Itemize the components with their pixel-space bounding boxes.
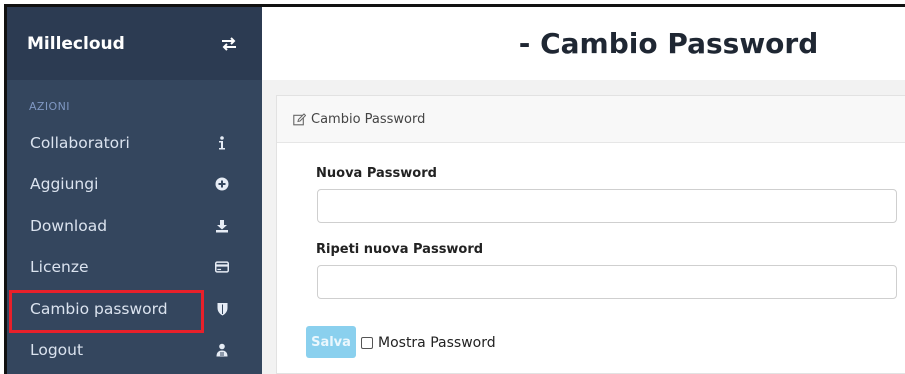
edit-icon bbox=[293, 112, 307, 126]
sidebar-item-cambio-password[interactable]: Cambio password bbox=[7, 288, 262, 333]
sidebar-item-label: Logout bbox=[30, 341, 84, 360]
info-icon bbox=[215, 135, 229, 150]
sidebar-nav: Collaboratori Aggiungi Download Licenze bbox=[7, 122, 262, 371]
sidebar-item-label: Download bbox=[30, 216, 108, 235]
new-password-label: Nuova Password bbox=[316, 166, 437, 181]
swap-arrows-icon[interactable] bbox=[220, 36, 238, 52]
sidebar-item-download[interactable]: Download bbox=[7, 205, 262, 247]
sidebar-item-label: Collaboratori bbox=[30, 133, 130, 152]
users-icon bbox=[215, 343, 229, 357]
sidebar-section-label: AZIONI bbox=[29, 100, 70, 113]
sidebar-item-logout[interactable]: Logout bbox=[7, 330, 262, 372]
save-button[interactable]: Salva bbox=[306, 326, 356, 358]
sidebar-item-licenze[interactable]: Licenze bbox=[7, 247, 262, 289]
show-password-toggle[interactable]: Mostra Password bbox=[361, 335, 496, 351]
show-password-checkbox[interactable] bbox=[361, 337, 373, 349]
shield-icon bbox=[215, 302, 229, 316]
sidebar-item-collaboratori[interactable]: Collaboratori bbox=[7, 122, 262, 164]
sidebar-item-aggiungi[interactable]: Aggiungi bbox=[7, 164, 262, 206]
page-title: - Cambio Password bbox=[518, 27, 819, 60]
credit-card-icon bbox=[215, 260, 229, 274]
content-area: Cambio Password Nuova Password Ripeti nu… bbox=[262, 80, 905, 374]
brand-name: Millecloud bbox=[27, 33, 125, 54]
main-area: - Cambio Password Cambio Password Nuova … bbox=[262, 7, 905, 374]
sidebar-item-label: Licenze bbox=[30, 258, 89, 277]
panel-heading: Cambio Password bbox=[277, 96, 905, 143]
new-password-input[interactable] bbox=[317, 189, 897, 223]
change-password-panel: Cambio Password Nuova Password Ripeti nu… bbox=[276, 95, 905, 374]
sidebar-item-label: Cambio password bbox=[30, 299, 168, 318]
app-window: Millecloud AZIONI Collaboratori Aggiungi bbox=[4, 4, 905, 374]
repeat-password-input[interactable] bbox=[317, 265, 897, 299]
sidebar-brand: Millecloud bbox=[7, 7, 262, 80]
plus-circle-icon bbox=[215, 177, 229, 191]
download-icon bbox=[215, 219, 229, 233]
panel-title: Cambio Password bbox=[311, 111, 426, 127]
sidebar: Millecloud AZIONI Collaboratori Aggiungi bbox=[7, 7, 262, 374]
repeat-password-label: Ripeti nuova Password bbox=[316, 242, 484, 257]
show-password-label: Mostra Password bbox=[378, 335, 496, 351]
sidebar-item-label: Aggiungi bbox=[30, 175, 99, 194]
